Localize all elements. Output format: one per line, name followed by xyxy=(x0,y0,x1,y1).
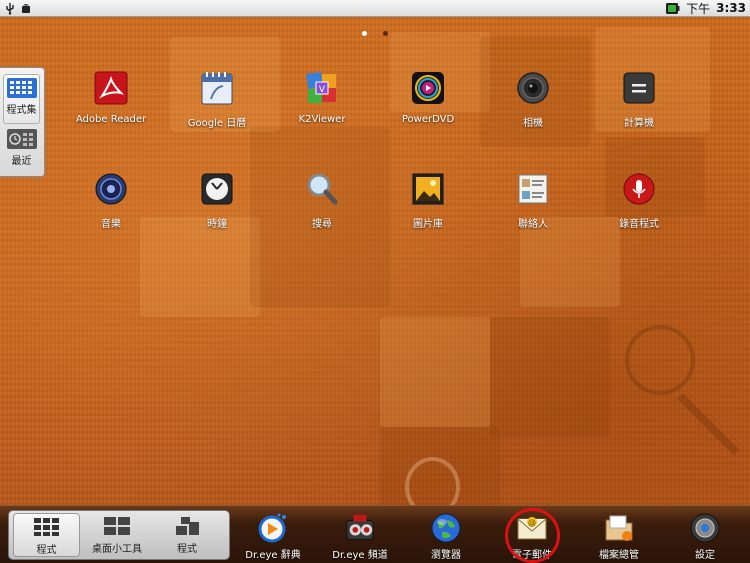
dock-tab-shortcuts[interactable]: 程式 xyxy=(153,513,221,557)
settings-icon xyxy=(689,512,721,544)
app-recorder[interactable]: 錄音程式 xyxy=(589,171,689,251)
android-debug-icon xyxy=(22,3,30,13)
recorder-icon xyxy=(621,171,657,207)
dreye-channel-icon xyxy=(344,512,376,544)
calculator-icon xyxy=(621,70,657,106)
music-icon xyxy=(93,171,129,207)
app-label: 聯絡人 xyxy=(518,219,548,230)
wallpaper-magnifier-handle xyxy=(677,393,740,456)
dock-tab-label: 桌面小工具 xyxy=(92,544,142,555)
contacts-icon xyxy=(515,171,551,207)
sidenav-item-recent[interactable]: 最近 xyxy=(3,126,40,176)
app-label: Google 日曆 xyxy=(187,118,247,129)
sidenav-item-label: 最近 xyxy=(11,156,32,167)
dock-app-file-manager[interactable]: 檔案總管 xyxy=(579,512,659,562)
app-gallery[interactable]: 圖片庫 xyxy=(378,171,478,251)
gallery-icon xyxy=(410,171,446,207)
app-label: 錄音程式 xyxy=(619,219,659,230)
app-label: Adobe Reader xyxy=(75,114,147,125)
page-indicator-dot-active xyxy=(362,31,367,36)
app-k2viewer[interactable]: V K2Viewer xyxy=(272,70,372,150)
app-label: 計算機 xyxy=(624,118,654,129)
app-google-calendar[interactable]: Google 日曆 xyxy=(167,70,267,150)
dock-tab-apps[interactable]: 程式 xyxy=(13,513,80,557)
app-label: 音樂 xyxy=(101,219,121,230)
search-icon xyxy=(304,171,340,207)
app-label: 搜尋 xyxy=(312,219,332,230)
shortcuts-icon xyxy=(176,517,199,535)
app-contacts[interactable]: 聯絡人 xyxy=(483,171,583,251)
dock-app-settings[interactable]: 設定 xyxy=(665,512,745,562)
app-search[interactable]: 搜尋 xyxy=(272,171,372,251)
adobe-reader-icon xyxy=(93,70,129,106)
page-indicator-dot xyxy=(383,31,388,36)
status-time: 3:33 xyxy=(716,1,746,15)
browser-globe-icon xyxy=(430,512,462,544)
camera-icon xyxy=(515,70,551,106)
file-manager-icon xyxy=(603,512,635,544)
recent-icon xyxy=(6,129,37,149)
email-highlight-ring xyxy=(505,508,560,563)
sidenav-item-label: 程式集 xyxy=(6,105,37,116)
clock-icon xyxy=(199,171,235,207)
side-nav: 程式集 最近 xyxy=(0,67,45,177)
status-ampm: 下午 xyxy=(686,1,711,16)
dock-app-dreye-dictionary[interactable]: Dr.eye 辭典 xyxy=(233,512,313,562)
app-label: K2Viewer xyxy=(298,114,346,125)
dock-app-label: Dr.eye 辭典 xyxy=(245,550,301,561)
grid-icon xyxy=(6,78,37,98)
app-label: 相機 xyxy=(523,118,543,129)
dock-app-label: 設定 xyxy=(695,550,715,561)
usb-icon xyxy=(6,2,14,15)
app-calculator[interactable]: 計算機 xyxy=(589,70,689,150)
dreye-dictionary-icon xyxy=(257,512,289,544)
app-camera[interactable]: 相機 xyxy=(483,70,583,150)
app-label: PowerDVD xyxy=(401,114,455,125)
app-label: 圖片庫 xyxy=(413,219,443,230)
wallpaper-tile xyxy=(380,317,490,427)
dock-app-label: 瀏覽器 xyxy=(431,550,461,561)
dock-tab-label: 程式 xyxy=(36,545,57,556)
status-bar: 下午 3:33 xyxy=(0,0,750,17)
sidenav-item-apps[interactable]: 程式集 xyxy=(3,74,40,124)
dock-app-label: Dr.eye 頻道 xyxy=(332,550,388,561)
dock-tab-widgets[interactable]: 桌面小工具 xyxy=(83,513,151,557)
app-clock[interactable]: 時鐘 xyxy=(167,171,267,251)
app-powerdvd[interactable]: PowerDVD xyxy=(378,70,478,150)
app-music[interactable]: 音樂 xyxy=(61,171,161,251)
apps-grid-icon xyxy=(33,518,59,536)
dock-app-dreye-channel[interactable]: Dr.eye 頻道 xyxy=(320,512,400,562)
widgets-icon xyxy=(104,517,130,535)
k2viewer-icon: V xyxy=(304,70,340,106)
dock-tab-label: 程式 xyxy=(177,544,197,555)
app-label: 時鐘 xyxy=(207,219,227,230)
dock-app-label: 檔案總管 xyxy=(599,550,639,561)
wallpaper-magnifier-decoration xyxy=(625,325,695,395)
wallpaper-tile xyxy=(490,317,610,437)
battery-icon xyxy=(666,2,680,14)
svg-text:V: V xyxy=(319,85,326,95)
app-adobe-reader[interactable]: Adobe Reader xyxy=(61,70,161,150)
powerdvd-icon xyxy=(410,70,446,106)
calendar-icon xyxy=(199,70,235,106)
dock-app-browser[interactable]: 瀏覽器 xyxy=(406,512,486,562)
